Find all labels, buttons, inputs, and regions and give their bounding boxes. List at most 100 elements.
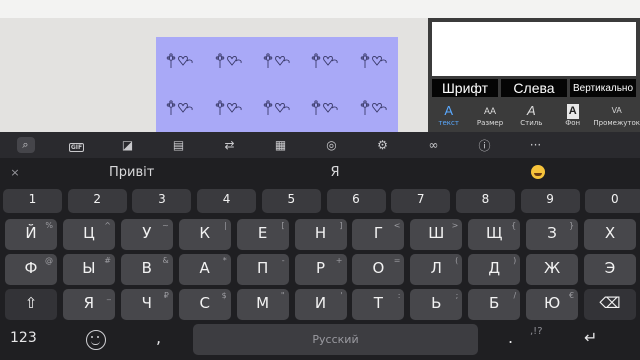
tool-text[interactable]: A текст: [428, 100, 469, 132]
key-letter[interactable]: Т:: [352, 289, 405, 320]
palette-icon[interactable]: ◎: [306, 138, 357, 152]
key-hint: /: [513, 291, 517, 300]
font-option-button[interactable]: Шрифт: [432, 79, 498, 97]
pattern-motif: [156, 37, 204, 85]
gif-icon[interactable]: GIF: [51, 138, 102, 152]
shift-icon: ⇧: [24, 294, 38, 312]
key-letter[interactable]: К |: [178, 219, 231, 250]
space-key[interactable]: Русский: [193, 324, 478, 355]
emoji-key-icon[interactable]: [86, 330, 106, 350]
punctuation-hint: ,!?: [530, 326, 543, 337]
key-letter[interactable]: Н]: [294, 219, 347, 250]
key-letter[interactable]: Ю €: [526, 289, 579, 320]
suggestion-1[interactable]: Привіт: [30, 165, 233, 180]
key-7[interactable]: 7: [391, 189, 451, 213]
key-letter[interactable]: П-: [236, 254, 289, 285]
key-letter[interactable]: Ж: [526, 254, 579, 285]
key-letter[interactable]: Ы #: [62, 254, 115, 285]
key-letter[interactable]: Б /: [468, 289, 521, 320]
key-3[interactable]: 3: [132, 189, 192, 213]
key-letter[interactable]: О =: [352, 254, 405, 285]
glasses-icon[interactable]: ∞: [408, 138, 459, 152]
key-0[interactable]: 0: [585, 189, 640, 213]
key-8[interactable]: 8: [455, 189, 515, 213]
key-letter[interactable]: Р +: [294, 254, 347, 285]
key-letter[interactable]: Щ{: [468, 219, 521, 250]
period-key[interactable]: .: [508, 328, 513, 347]
sticker-icon[interactable]: ◪: [102, 138, 153, 152]
key-hint: ): [513, 256, 517, 265]
key-letter[interactable]: У ~: [120, 219, 173, 250]
search-icon[interactable]: ⌕: [0, 137, 51, 153]
key-hint: +: [335, 256, 343, 265]
key-letter[interactable]: С $: [178, 289, 231, 320]
key-letter[interactable]: Э: [584, 254, 636, 285]
more-icon[interactable]: ···: [510, 138, 561, 152]
tool-style-label: Стиль: [520, 119, 543, 127]
enter-key[interactable]: ↵: [584, 328, 597, 347]
tool-background[interactable]: A Фон: [552, 100, 593, 132]
key-letter[interactable]: Й%: [5, 219, 57, 250]
tool-size[interactable]: AA Размер: [469, 100, 510, 132]
calendar-icon[interactable]: ▦: [255, 138, 306, 152]
tool-style[interactable]: A Стиль: [511, 100, 552, 132]
key-hint: ^: [104, 221, 111, 230]
key-letter[interactable]: Л(: [410, 254, 463, 285]
key-letter[interactable]: Ц ^: [62, 219, 115, 250]
key-letter[interactable]: Е[: [236, 219, 289, 250]
style-tool-icon: A: [527, 103, 536, 118]
numbers-mode-key[interactable]: 123: [10, 330, 37, 346]
tool-spacing[interactable]: VA Промежуток: [593, 100, 640, 132]
translate-icon[interactable]: ⇄: [204, 138, 255, 152]
backspace-key[interactable]: ⌫: [584, 289, 636, 320]
key-letter[interactable]: А *: [178, 254, 231, 285]
key-letter[interactable]: Д): [468, 254, 521, 285]
shift-key[interactable]: ⇧: [5, 289, 57, 320]
key-hint: |: [223, 221, 227, 230]
comma-key[interactable]: ,: [156, 328, 161, 347]
key-letter[interactable]: Х: [584, 219, 636, 250]
align-option-button[interactable]: Слева: [501, 79, 567, 97]
text-preview[interactable]: [432, 22, 636, 76]
key-4[interactable]: 4: [197, 189, 257, 213]
flower-heart-icon: [312, 53, 338, 68]
key-hint: _: [106, 291, 111, 300]
key-6[interactable]: 6: [326, 189, 386, 213]
close-suggestions-icon[interactable]: ×: [0, 166, 30, 179]
key-5[interactable]: 5: [261, 189, 321, 213]
pattern-motif: [204, 37, 252, 85]
settings-icon[interactable]: ⚙: [357, 138, 408, 152]
key-letter[interactable]: Я _: [62, 289, 115, 320]
key-1[interactable]: 1: [3, 189, 62, 213]
key-9[interactable]: 9: [520, 189, 580, 213]
tool-background-label: Фон: [565, 119, 581, 127]
spacing-tool-icon: VA: [611, 106, 622, 115]
key-hint: >: [451, 221, 459, 230]
key-letter[interactable]: Г <: [352, 219, 405, 250]
key-label: Б: [489, 294, 500, 312]
key-label: 6: [352, 192, 360, 206]
image-canvas[interactable]: [156, 37, 398, 132]
background-tool-icon: A: [566, 104, 579, 119]
key-letter[interactable]: Ф @: [5, 254, 57, 285]
key-2[interactable]: 2: [67, 189, 127, 213]
key-letter[interactable]: В &: [120, 254, 173, 285]
key-letter[interactable]: И ': [294, 289, 347, 320]
top-bar: [0, 0, 640, 18]
pattern-motif: [253, 85, 301, 133]
info-icon[interactable]: ⓘ: [459, 137, 510, 154]
key-letter[interactable]: Ч ₽: [120, 289, 173, 320]
suggestion-2[interactable]: Я: [233, 165, 436, 180]
key-label: И: [314, 294, 327, 312]
key-hint: *: [222, 256, 227, 265]
key-letter[interactable]: М ": [236, 289, 289, 320]
key-letter[interactable]: З}: [526, 219, 579, 250]
key-label: Т: [373, 294, 383, 312]
text-tools: A текст AA Размер A Стиль A Фон VA Проме…: [428, 100, 640, 132]
suggestion-3[interactable]: [437, 165, 640, 180]
keyboard: ⌕ GIF ◪ ▤ ⇄ ▦ ◎ ⚙ ∞ ⓘ ··· × Привіт Я 123…: [0, 132, 640, 360]
key-letter[interactable]: Ь;: [410, 289, 463, 320]
key-letter[interactable]: Ш >: [410, 219, 463, 250]
clipboard-icon[interactable]: ▤: [153, 138, 204, 152]
orientation-option-button[interactable]: Вертикально: [570, 79, 636, 97]
